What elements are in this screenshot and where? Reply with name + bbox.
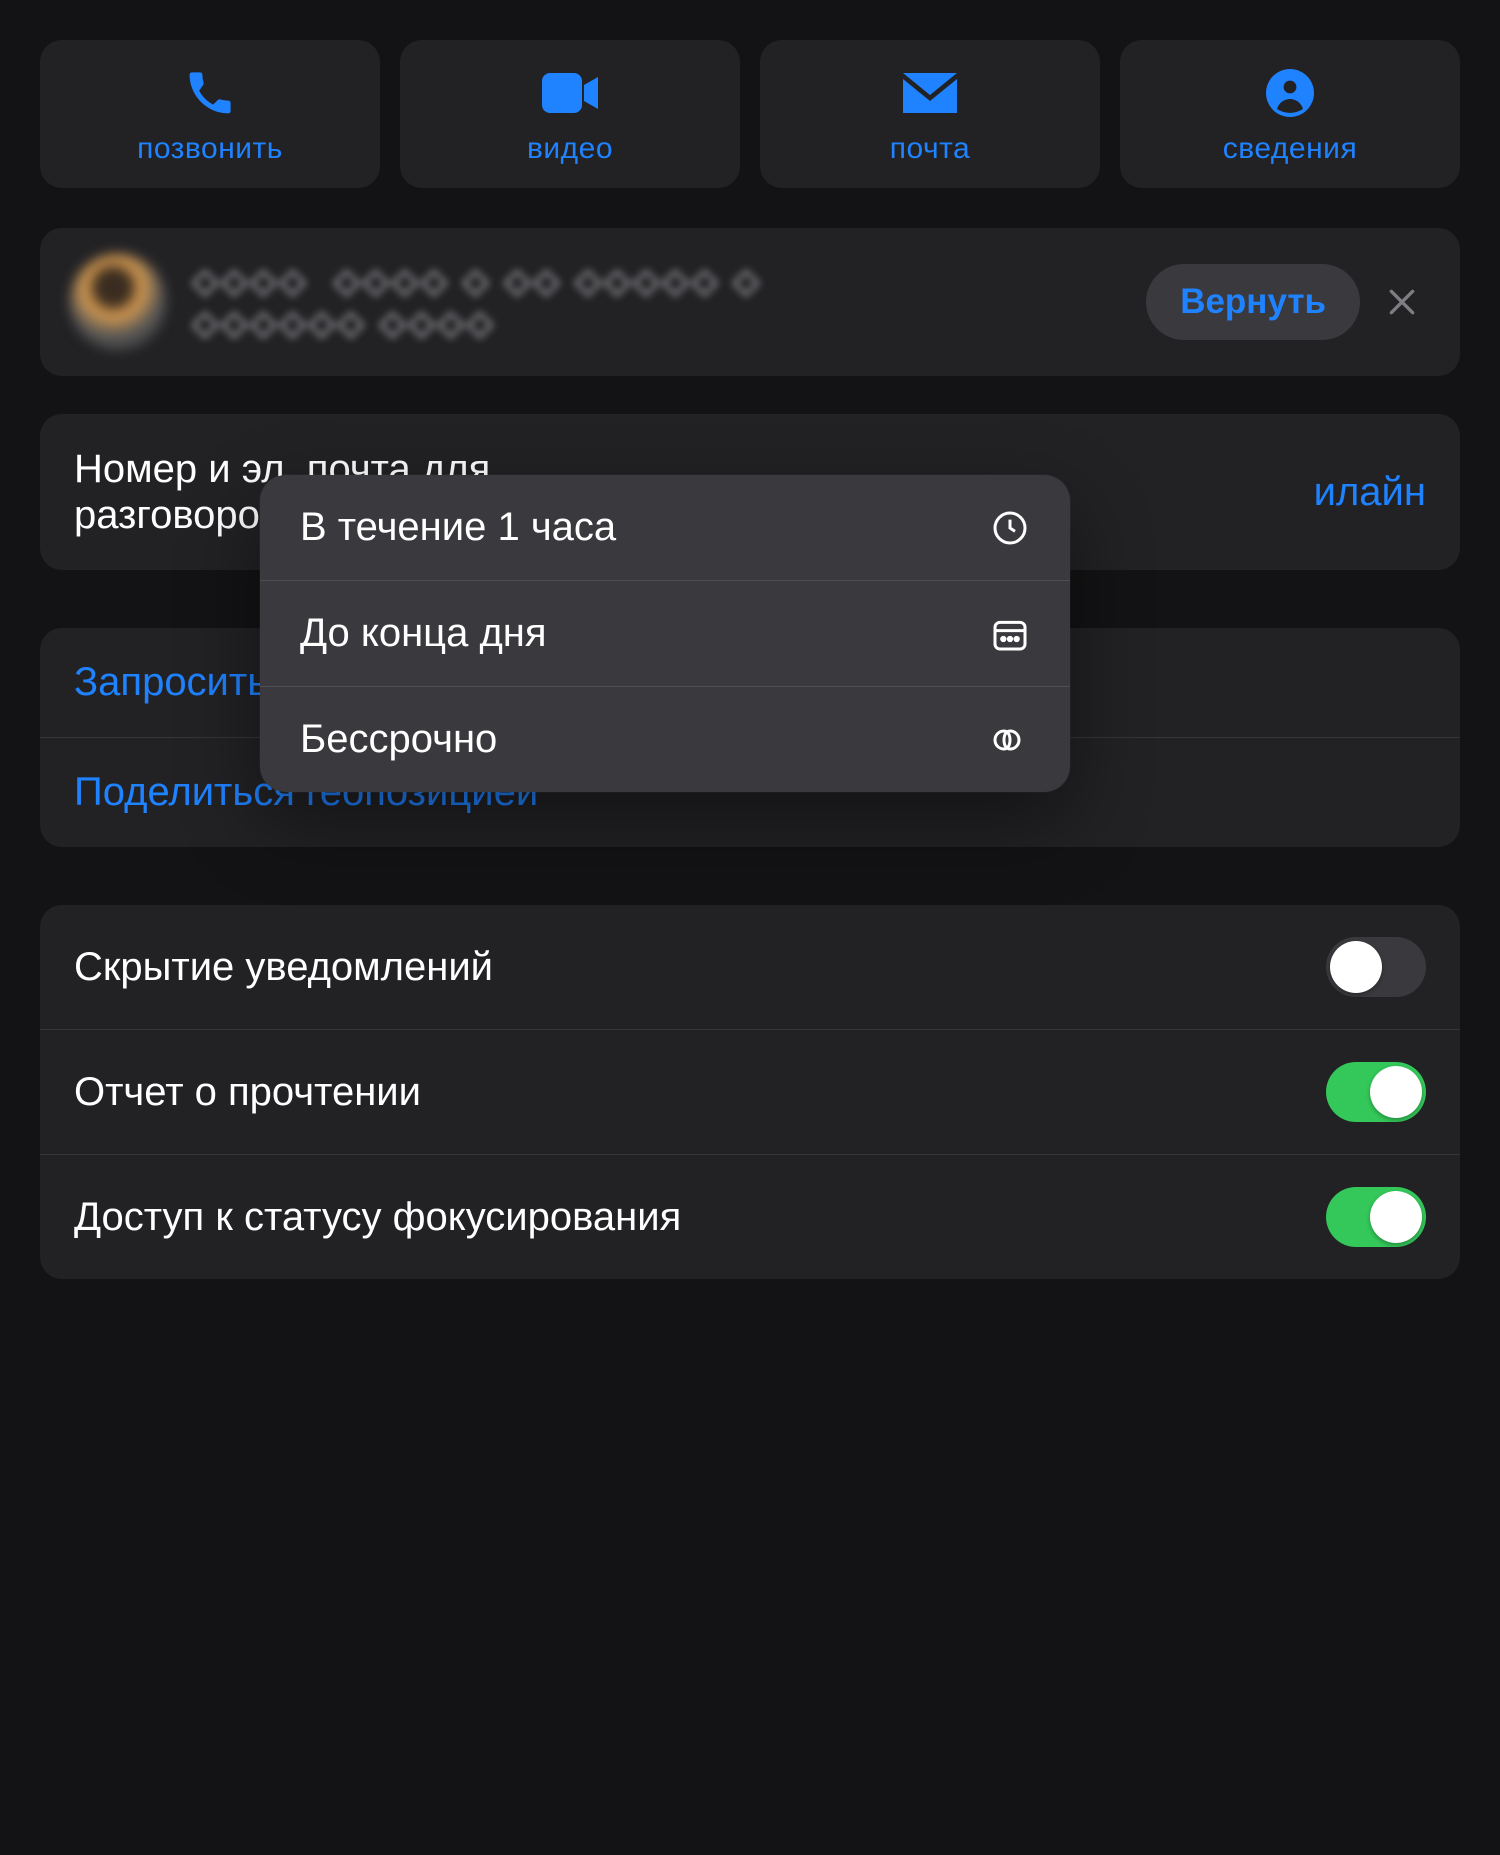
video-button[interactable]: видео [400, 40, 740, 188]
read-receipts-toggle[interactable] [1326, 1062, 1426, 1122]
phone-icon [186, 68, 234, 118]
call-button[interactable]: позвонить [40, 40, 380, 188]
read-receipts-label: Отчет о прочтении [74, 1070, 421, 1115]
info-label: сведения [1223, 132, 1357, 166]
conversation-numbers-value: илайн [1314, 470, 1426, 515]
close-icon[interactable] [1386, 286, 1430, 318]
contact-suggestion-card: ◇◇◇◇ ◇◇◇◇ ◇ ◇◇ ◇◇◇◇◇ ◇ ◇◇◇◇◇◇ ◇◇◇◇ Верну… [40, 228, 1460, 376]
mail-icon [903, 68, 957, 118]
calendar-icon [990, 614, 1030, 654]
mail-label: почта [890, 132, 971, 166]
suggestion-text: ◇◇◇◇ ◇◇◇◇ ◇ ◇◇ ◇◇◇◇◇ ◇ ◇◇◇◇◇◇ ◇◇◇◇ [192, 260, 1120, 345]
video-label: видео [527, 132, 613, 166]
duration-option-endofday[interactable]: До конца дня [260, 580, 1070, 686]
read-receipts-row: Отчет о прочтении [40, 1029, 1460, 1154]
focus-status-row: Доступ к статусу фокусирования [40, 1154, 1460, 1279]
duration-option-1hour[interactable]: В течение 1 часа [260, 475, 1070, 580]
duration-1hour-label: В течение 1 часа [300, 505, 616, 550]
duration-endofday-label: До конца дня [300, 611, 547, 656]
contact-actions-row: позвонить видео почта сведения [40, 40, 1460, 188]
restore-button[interactable]: Вернуть [1146, 264, 1360, 340]
call-label: позвонить [137, 132, 283, 166]
person-circle-icon [1266, 68, 1314, 118]
focus-status-label: Доступ к статусу фокусирования [74, 1195, 681, 1240]
toggles-group: Скрытие уведомлений Отчет о прочтении До… [40, 905, 1460, 1279]
clock-icon [990, 508, 1030, 548]
duration-indefinite-label: Бессрочно [300, 717, 497, 762]
share-duration-menu: В течение 1 часа До конца дня Бессрочно [260, 475, 1070, 792]
avatar [70, 254, 166, 350]
mail-button[interactable]: почта [760, 40, 1100, 188]
info-button[interactable]: сведения [1120, 40, 1460, 188]
hide-alerts-toggle[interactable] [1326, 937, 1426, 997]
focus-status-toggle[interactable] [1326, 1187, 1426, 1247]
hide-alerts-label: Скрытие уведомлений [74, 945, 493, 990]
duration-option-indefinite[interactable]: Бессрочно [260, 686, 1070, 792]
video-icon [542, 68, 598, 118]
infinity-icon [984, 726, 1030, 754]
hide-alerts-row: Скрытие уведомлений [40, 905, 1460, 1029]
